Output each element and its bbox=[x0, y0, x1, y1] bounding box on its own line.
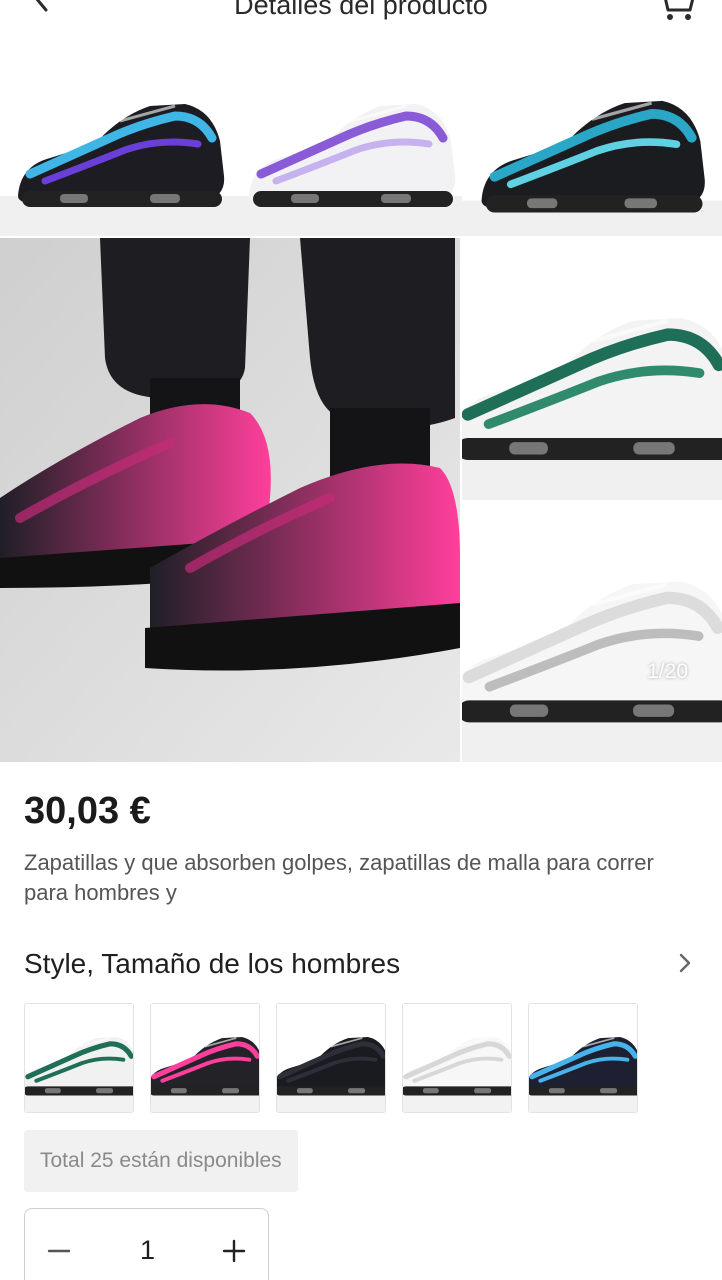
variant-option-all-black[interactable] bbox=[276, 1003, 386, 1113]
cart-icon bbox=[664, 0, 695, 20]
page-title: Detalles del producto bbox=[234, 0, 488, 20]
quantity-value[interactable]: 1 bbox=[105, 1235, 190, 1266]
top-bar: Detalles del producto bbox=[0, 0, 722, 24]
variant-selector-row[interactable]: Style, Tamaño de los hombres bbox=[24, 940, 700, 990]
gallery-image-5[interactable] bbox=[462, 238, 722, 500]
variant-option-black-pink[interactable] bbox=[150, 1003, 260, 1113]
increase-quantity-button[interactable] bbox=[212, 1229, 256, 1273]
gallery-image-1[interactable] bbox=[0, 46, 240, 236]
variant-option-white-green[interactable] bbox=[24, 1003, 134, 1113]
chevron-right-icon bbox=[679, 953, 691, 973]
quantity-stepper: 1 bbox=[24, 1208, 269, 1280]
stock-availability: Total 25 están disponibles bbox=[24, 1130, 298, 1192]
product-price: 30,03 € bbox=[24, 790, 151, 832]
gallery-image-2[interactable] bbox=[240, 46, 462, 236]
variant-option-black-blue[interactable] bbox=[528, 1003, 638, 1113]
decrease-quantity-button[interactable] bbox=[37, 1229, 81, 1273]
product-image-gallery[interactable] bbox=[0, 46, 722, 762]
image-counter: 1/20 bbox=[647, 660, 688, 683]
variant-title: Style, Tamaño de los hombres bbox=[24, 948, 401, 979]
plus-icon bbox=[222, 1239, 246, 1263]
gallery-image-6[interactable] bbox=[462, 502, 722, 762]
product-description: Zapatillas y que absorben golpes, zapati… bbox=[24, 850, 654, 905]
minus-icon bbox=[47, 1249, 71, 1253]
gallery-image-3[interactable] bbox=[462, 46, 722, 236]
gallery-image-main[interactable] bbox=[0, 238, 460, 762]
cart-button[interactable] bbox=[654, 0, 698, 22]
variant-option-all-white[interactable] bbox=[402, 1003, 512, 1113]
